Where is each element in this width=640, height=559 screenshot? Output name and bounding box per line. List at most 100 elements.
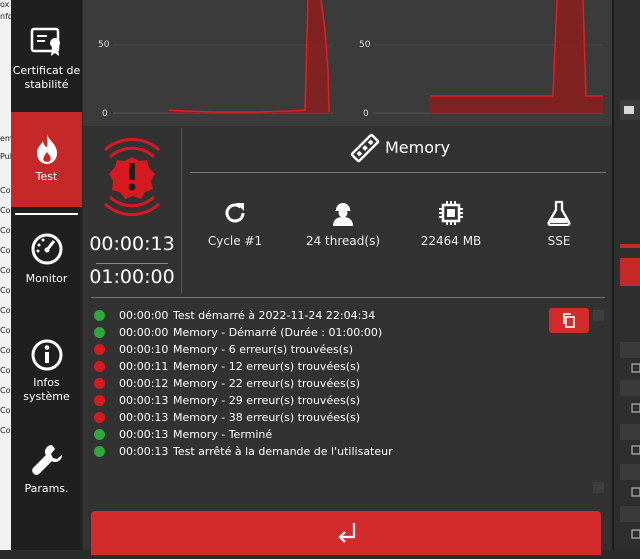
log-entry: 00:00:10 Memory - 6 erreur(s) trouvées(s… xyxy=(91,342,531,359)
usage-charts xyxy=(113,0,603,114)
flask-icon xyxy=(547,200,571,226)
error-icon xyxy=(94,395,105,406)
sidebar-item-label: Infos système xyxy=(23,376,70,403)
log-entry: 00:00:12 Memory - 22 erreur(s) trouvées(… xyxy=(91,376,531,393)
check-icon xyxy=(94,446,105,457)
bg-fragment: ox xyxy=(0,0,10,9)
copy-log-button[interactable] xyxy=(549,308,589,333)
vertical-divider xyxy=(181,128,182,293)
background-window-strip: ox nfo em Pul Co Co Co Co Co Co Co Co Co… xyxy=(0,0,11,550)
stat-cycle: Cycle #1 xyxy=(185,200,285,248)
error-icon xyxy=(94,361,105,372)
error-icon xyxy=(94,378,105,389)
sidebar-item-monitor[interactable]: Monitor xyxy=(11,232,82,292)
check-icon xyxy=(94,327,105,338)
log-message: Memory - Démarré (Durée : 01:00:00) xyxy=(173,326,383,339)
bg-fragment: Co xyxy=(0,226,11,235)
bg-fragment: Co xyxy=(0,346,11,355)
back-button[interactable] xyxy=(91,511,601,555)
bg-fragment: Co xyxy=(0,186,11,195)
sidebar-item-settings[interactable]: Params. xyxy=(11,442,82,502)
bg-fragment: Co xyxy=(0,366,11,375)
log-time: 00:00:11 xyxy=(119,360,169,373)
error-icon xyxy=(94,412,105,423)
stat-value: Cycle #1 xyxy=(207,234,263,248)
check-icon xyxy=(94,429,105,440)
log-time: 00:00:13 xyxy=(119,411,169,424)
stat-value: 22464 MB xyxy=(420,234,482,248)
log-entry: 00:00:13 Memory - 38 erreur(s) trouvées(… xyxy=(91,410,531,427)
test-title: Memory xyxy=(385,138,451,157)
sidebar-item-label: Test xyxy=(35,170,58,183)
log-time: 00:00:10 xyxy=(119,343,169,356)
chip-icon xyxy=(439,201,463,225)
timer-divider xyxy=(96,263,168,264)
log-message: Test démarré à 2022-11-24 22:04:34 xyxy=(173,309,376,322)
stat-value: SSE xyxy=(547,234,571,248)
sidebar-item-label: Monitor xyxy=(25,272,68,285)
sidebar-item-certificate[interactable]: Certificat de stabilité xyxy=(11,18,82,102)
left-chart-area xyxy=(169,0,333,113)
log-entry: 00:00:00 Test démarré à 2022-11-24 22:04… xyxy=(91,308,531,325)
info-icon xyxy=(31,339,62,371)
bg-fragment: Co xyxy=(0,406,11,415)
refresh-icon xyxy=(225,203,245,223)
log-time: 00:00:13 xyxy=(119,445,169,458)
bg-fragment: Co xyxy=(0,386,11,395)
header-separator xyxy=(190,172,606,173)
charts-area: 50 0 50 0 xyxy=(83,0,612,126)
wrench-icon xyxy=(31,445,62,475)
return-arrow-icon xyxy=(338,523,356,543)
sidebar-item-label: Certificat de stabilité xyxy=(12,64,81,91)
log-entry: 00:00:13 Test arrêté à la demande de l'u… xyxy=(91,444,531,461)
total-duration: 01:00:00 xyxy=(89,266,175,288)
bg-fragment: Co xyxy=(0,206,11,215)
sidebar-item-system-info[interactable]: Infos système xyxy=(11,338,82,408)
stat-threads: 24 thread(s) xyxy=(293,200,393,248)
bg-fragment: Co xyxy=(0,426,11,435)
active-indicator xyxy=(15,213,78,215)
log-entry: 00:00:00 Memory - Démarré (Durée : 01:00… xyxy=(91,325,531,342)
log-message: Memory - 38 erreur(s) trouvées(s) xyxy=(173,411,361,424)
flame-icon xyxy=(36,134,57,164)
log-message: Test arrêté à la demande de l'utilisateu… xyxy=(173,445,393,458)
speedometer-icon xyxy=(31,233,62,265)
stat-instruction-set: SSE xyxy=(509,200,609,248)
bg-fragment: Co xyxy=(0,306,11,315)
log-message: Memory - 6 erreur(s) trouvées(s) xyxy=(173,343,354,356)
log-entry: 00:00:13 Memory - Terminé xyxy=(91,427,531,444)
log-message: Memory - 22 erreur(s) trouvées(s) xyxy=(173,377,361,390)
left-chart-line xyxy=(168,0,330,113)
error-icon xyxy=(94,344,105,355)
check-icon xyxy=(94,310,105,321)
right-panel-fragment xyxy=(612,0,640,550)
log-time: 00:00:13 xyxy=(119,428,169,441)
stat-memory-size: 22464 MB xyxy=(401,200,501,248)
bg-fragment: Pul xyxy=(0,152,11,161)
scroll-up-button[interactable] xyxy=(593,310,604,321)
elapsed-time: 00:00:13 xyxy=(89,233,175,255)
log-time: 00:00:12 xyxy=(119,377,169,390)
worker-icon xyxy=(333,203,353,226)
sidebar-item-test[interactable]: Test xyxy=(11,112,82,215)
right-side-panel xyxy=(612,0,640,550)
error-status-icon xyxy=(103,138,161,216)
bg-fragment: nfo xyxy=(0,12,11,21)
log-time: 00:00:00 xyxy=(119,326,169,339)
bg-fragment: Co xyxy=(0,326,11,335)
log-entry: 00:00:11 Memory - 12 erreur(s) trouvées(… xyxy=(91,359,531,376)
log-message: Memory - 12 erreur(s) trouvées(s) xyxy=(173,360,361,373)
bg-fragment: Co xyxy=(0,286,11,295)
certificate-icon xyxy=(30,27,60,56)
bg-fragment: Co xyxy=(0,246,11,255)
bg-fragment: em xyxy=(0,134,11,143)
log-separator xyxy=(91,297,605,298)
sidebar: Certificat de stabilité Test Monitor Inf… xyxy=(11,0,82,550)
log-entry: 00:00:13 Memory - 29 erreur(s) trouvées(… xyxy=(91,393,531,410)
memory-module-icon xyxy=(350,133,380,163)
scroll-down-button[interactable] xyxy=(593,482,604,493)
stat-value: 24 thread(s) xyxy=(305,234,381,248)
log-time: 00:00:13 xyxy=(119,394,169,407)
log-time: 00:00:00 xyxy=(119,309,169,322)
bg-fragment: Co xyxy=(0,266,11,275)
